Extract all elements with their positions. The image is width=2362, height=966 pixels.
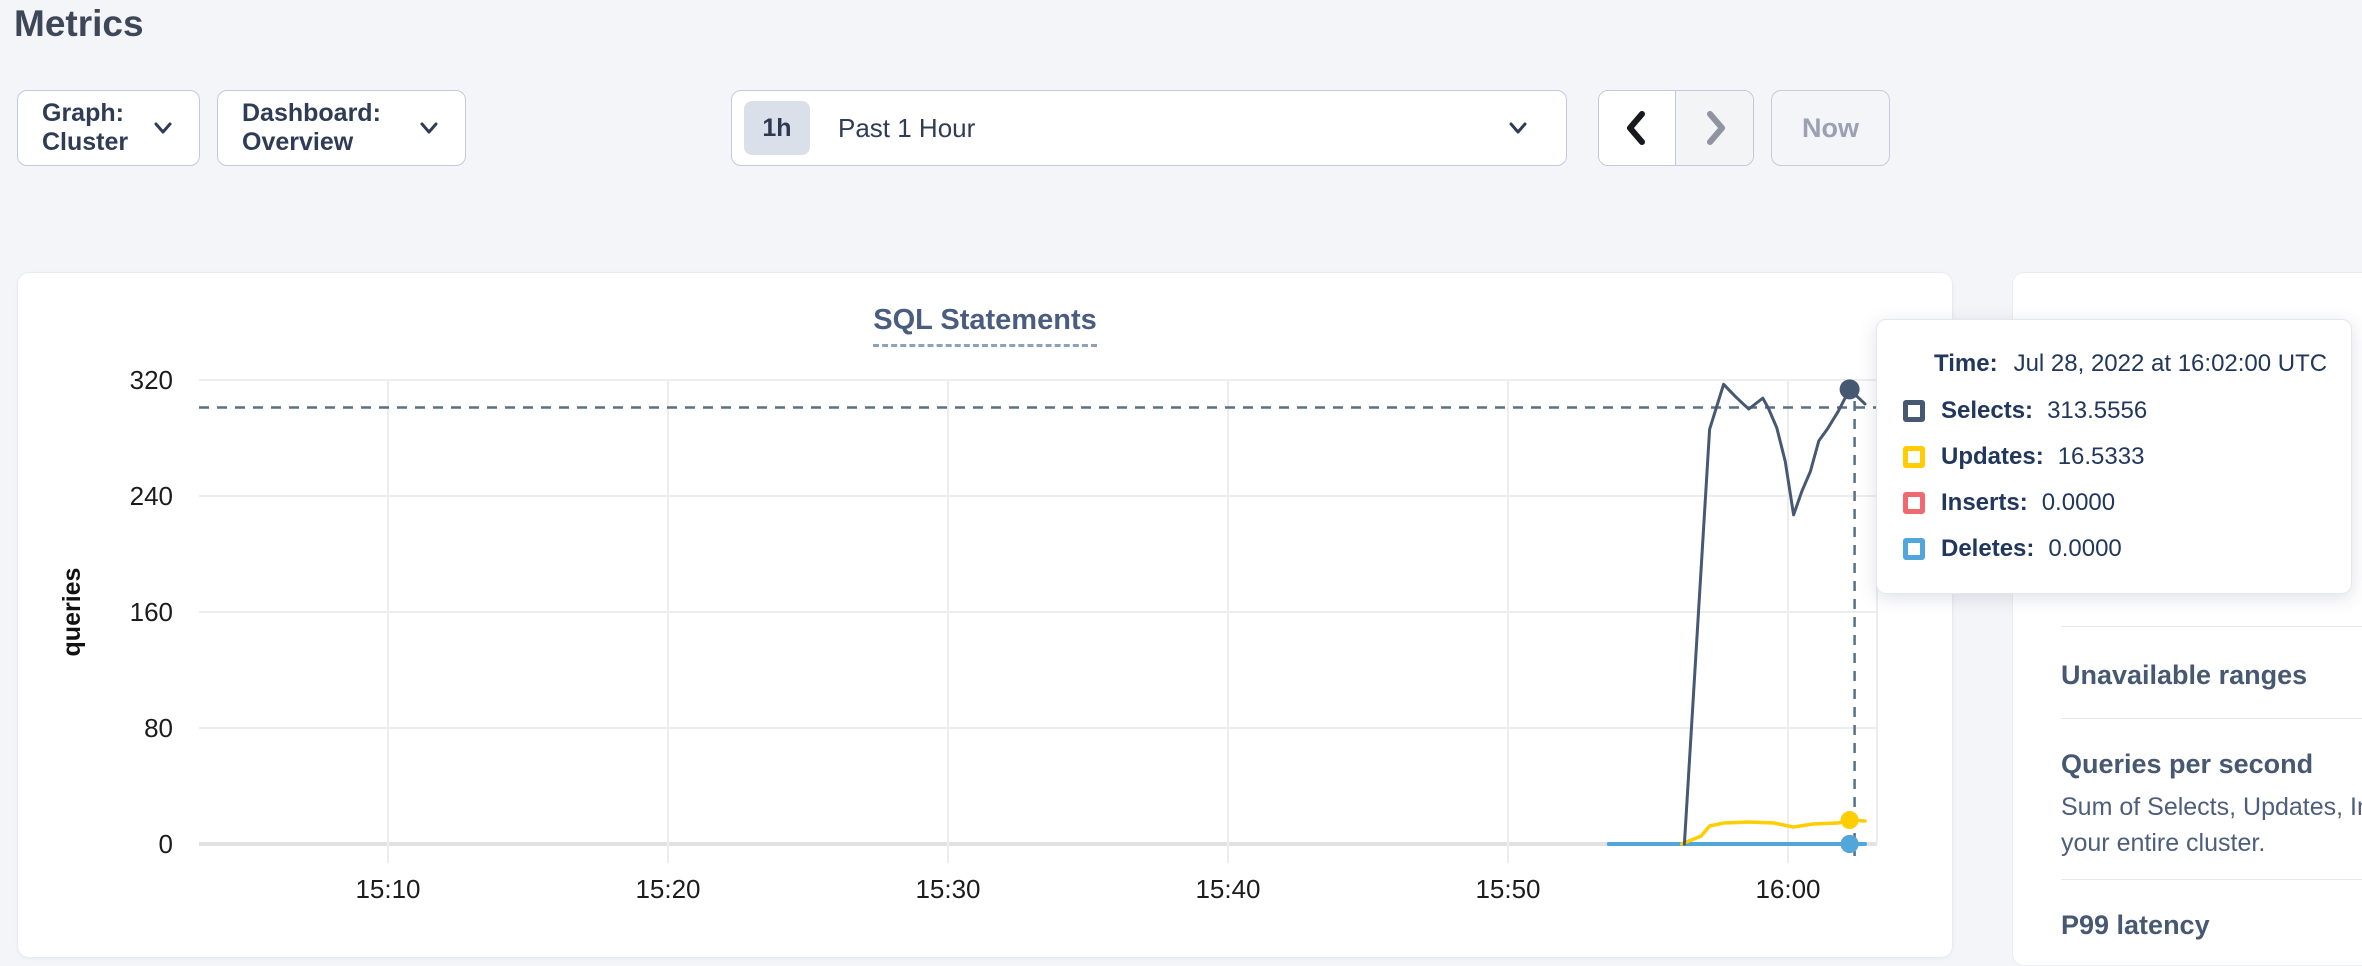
series-line-selects [1684, 384, 1865, 844]
y-tick-label: 160 [130, 597, 173, 627]
page-title: Metrics [14, 0, 144, 48]
chart-card: 0 80 160 240 320 15:10 15:20 15:30 15:40 15:50 16:… [17, 272, 1953, 958]
tooltip-time-label: Time: [1934, 350, 1998, 378]
sidebar-section-unavailable-ranges: Unavailable ranges [2061, 626, 2362, 718]
y-tick-label: 240 [130, 481, 173, 511]
tooltip-row-label: Selects: [1941, 397, 2033, 425]
hover-tooltip: Time: Jul 28, 2022 at 16:02:00 UTC Selec… [1876, 319, 2352, 594]
now-button[interactable]: Now [1771, 90, 1890, 166]
inserts-legend-swatch [1903, 492, 1925, 514]
chevron-right-icon [1695, 107, 1735, 149]
tooltip-row-label: Inserts: [1941, 489, 2028, 517]
time-range-label: Past 1 Hour [838, 113, 1506, 144]
graph-dropdown-label: Graph: Cluster [42, 99, 151, 157]
sidebar-section-queries-per-second: Queries per second Sum of Selects, Updat… [2061, 718, 2362, 879]
tooltip-row-inserts: Inserts: 0.0000 [1877, 480, 2351, 526]
deletes-legend-swatch [1903, 538, 1925, 560]
tooltip-time-row: Time: Jul 28, 2022 at 16:02:00 UTC [1877, 340, 2351, 388]
next-range-button[interactable] [1676, 91, 1753, 165]
chevron-down-icon [1506, 116, 1530, 140]
updates-legend-swatch [1903, 446, 1925, 468]
x-tick-label: 16:00 [1755, 874, 1820, 904]
section-description: Sum of Selects, Updates, Inser your enti… [2061, 789, 2362, 861]
x-tick-label: 15:40 [1195, 874, 1260, 904]
tooltip-row-label: Deletes: [1941, 535, 2034, 563]
hover-dot-selects [1840, 379, 1860, 399]
x-tick-label: 15:50 [1475, 874, 1540, 904]
graph-dropdown[interactable]: Graph: Cluster [17, 90, 200, 166]
y-axis-label: queries [58, 568, 86, 657]
x-tick-label: 15:20 [635, 874, 700, 904]
section-title: P99 latency [2061, 908, 2362, 942]
section-description-line: Sum of Selects, Updates, Inser [2061, 789, 2362, 825]
y-tick-label: 0 [159, 829, 173, 859]
chevron-down-icon [151, 116, 175, 140]
chevron-down-icon [417, 116, 441, 140]
time-range-badge: 1h [744, 101, 810, 155]
section-title: Unavailable ranges [2061, 658, 2362, 692]
selects-legend-swatch [1903, 400, 1925, 422]
dashboard-dropdown-label: Dashboard: Overview [242, 99, 417, 157]
time-range-pager [1598, 90, 1754, 166]
x-tick-label: 15:30 [915, 874, 980, 904]
time-window-dropdown[interactable]: 1h Past 1 Hour [731, 90, 1567, 166]
tooltip-time-value: Jul 28, 2022 at 16:02:00 UTC [2014, 350, 2328, 378]
sql-statements-chart[interactable]: 0 80 160 240 320 15:10 15:20 15:30 15:40 15:50 16:… [18, 273, 1954, 959]
prev-range-button[interactable] [1599, 91, 1676, 165]
tooltip-row-value: 0.0000 [2042, 489, 2115, 517]
tooltip-row-selects: Selects: 313.5556 [1877, 388, 2351, 434]
tooltip-row-updates: Updates: 16.5333 [1877, 434, 2351, 480]
dashboard-dropdown[interactable]: Dashboard: Overview [217, 90, 466, 166]
tooltip-row-label: Updates: [1941, 443, 2044, 471]
section-title: Queries per second [2061, 747, 2362, 781]
tooltip-row-value: 313.5556 [2047, 397, 2147, 425]
section-description-line: your entire cluster. [2061, 825, 2362, 861]
chart-title-wrap: SQL Statements [18, 304, 1952, 347]
chart-title[interactable]: SQL Statements [873, 304, 1096, 347]
hover-dot-updates [1841, 811, 1859, 829]
x-tick-label: 15:10 [355, 874, 420, 904]
y-tick-label: 320 [130, 365, 173, 395]
hover-dot-deletes [1841, 835, 1859, 853]
tooltip-row-value: 0.0000 [2048, 535, 2121, 563]
tooltip-row-deletes: Deletes: 0.0000 [1877, 526, 2351, 572]
tooltip-row-value: 16.5333 [2058, 443, 2145, 471]
chevron-left-icon [1617, 107, 1657, 149]
sidebar-section-p99-latency: P99 latency [2061, 879, 2362, 966]
y-tick-label: 80 [144, 713, 173, 743]
series-line-updates [1682, 820, 1865, 844]
